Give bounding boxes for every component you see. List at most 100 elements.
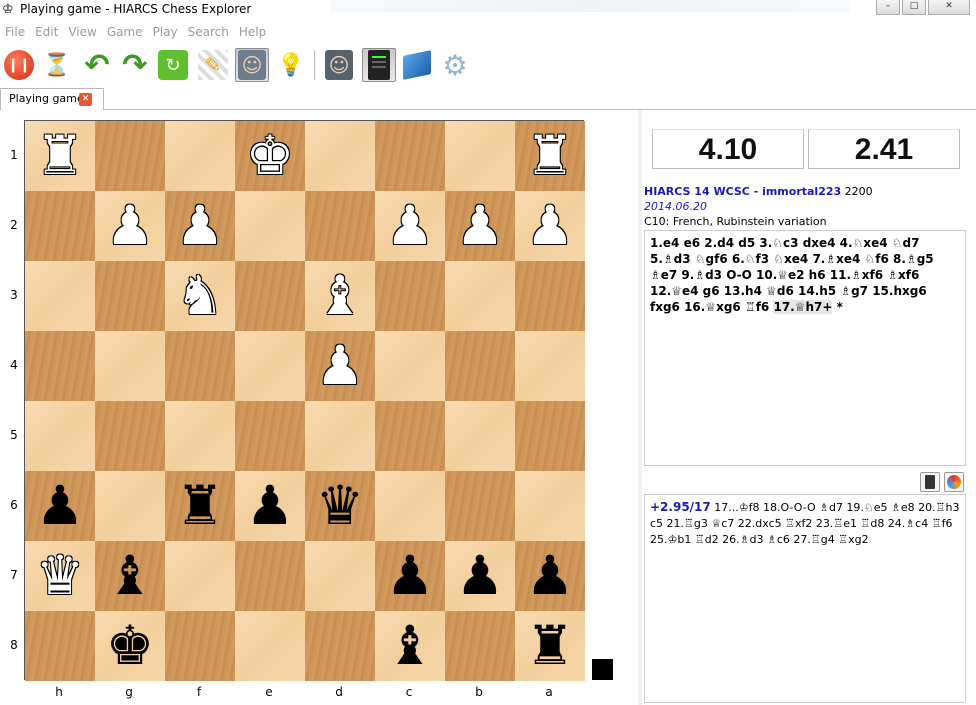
black-rook-icon[interactable]: ♜ xyxy=(176,479,224,533)
square-h1[interactable]: ♜ xyxy=(25,121,95,191)
square-d7[interactable] xyxy=(305,541,375,611)
black-pawn-icon[interactable]: ♟ xyxy=(246,479,294,533)
square-f3[interactable]: ♞ xyxy=(165,261,235,331)
square-e1[interactable]: ♚ xyxy=(235,121,305,191)
tab-playing-game[interactable]: Playing game ✕ xyxy=(0,88,104,110)
square-e3[interactable] xyxy=(235,261,305,331)
white-knight-icon[interactable]: ♞ xyxy=(176,269,224,323)
white-pawn-icon[interactable]: ♟ xyxy=(316,339,364,393)
square-c4[interactable] xyxy=(375,331,445,401)
black-rook-icon[interactable]: ♜ xyxy=(526,619,574,673)
white-pawn-icon[interactable]: ♟ xyxy=(386,199,434,253)
white-pawn-icon[interactable]: ♟ xyxy=(526,199,574,253)
square-e7[interactable] xyxy=(235,541,305,611)
engine-select-button[interactable] xyxy=(920,472,940,492)
square-c5[interactable] xyxy=(375,401,445,471)
engine-color-button[interactable] xyxy=(944,472,964,492)
black-pawn-icon[interactable]: ♟ xyxy=(526,549,574,603)
white-pawn-icon[interactable]: ♟ xyxy=(176,199,224,253)
square-g1[interactable] xyxy=(95,121,165,191)
square-b7[interactable]: ♟ xyxy=(445,541,515,611)
square-b5[interactable] xyxy=(445,401,515,471)
redo-button[interactable]: ↷ xyxy=(118,48,152,83)
square-e4[interactable] xyxy=(235,331,305,401)
new-game-button[interactable]: ↻ xyxy=(156,48,190,82)
white-pawn-icon[interactable]: ♟ xyxy=(456,199,504,253)
square-h4[interactable] xyxy=(25,331,95,401)
square-f2[interactable]: ♟ xyxy=(165,191,235,261)
square-a1[interactable]: ♜ xyxy=(515,121,585,191)
square-a4[interactable] xyxy=(515,331,585,401)
black-pawn-icon[interactable]: ♟ xyxy=(386,549,434,603)
square-f8[interactable] xyxy=(165,611,235,681)
opening-book-button[interactable] xyxy=(400,48,434,82)
black-bishop-icon[interactable]: ♝ xyxy=(386,619,434,673)
square-f4[interactable] xyxy=(165,331,235,401)
square-h7[interactable]: ♛ xyxy=(25,541,95,611)
engine-button[interactable] xyxy=(362,48,396,82)
chess-board[interactable]: ♜ ♚ ♜ ♟ ♟ ♟ ♟ ♟ ♞ ♝ ♟ ♟ ♜ ♟ ♛ ♛ ♝ ♟ ♟ ♟ ♚ ♝ ♜ xyxy=(24,120,585,681)
square-a3[interactable] xyxy=(515,261,585,331)
engine-analysis[interactable]: +2.95/17 17...♔f8 18.O-O-O ♗d7 19.♘e5 ♗e… xyxy=(644,494,966,703)
black-bishop-icon[interactable]: ♝ xyxy=(106,549,154,603)
square-g5[interactable] xyxy=(95,401,165,471)
white-bishop-icon[interactable]: ♝ xyxy=(316,269,364,323)
square-f1[interactable] xyxy=(165,121,235,191)
square-d3[interactable]: ♝ xyxy=(305,261,375,331)
maximize-button[interactable]: □ xyxy=(902,0,926,15)
current-move[interactable]: 17.♕h7+ xyxy=(773,300,833,314)
black-queen-icon[interactable]: ♛ xyxy=(316,479,364,533)
square-d4[interactable]: ♟ xyxy=(305,331,375,401)
edit-position-button[interactable]: ✎ xyxy=(196,48,230,82)
square-d2[interactable] xyxy=(305,191,375,261)
square-c3[interactable] xyxy=(375,261,445,331)
tab-close-icon[interactable]: ✕ xyxy=(79,93,92,106)
square-c8[interactable]: ♝ xyxy=(375,611,445,681)
black-pawn-icon[interactable]: ♟ xyxy=(456,549,504,603)
square-b3[interactable] xyxy=(445,261,515,331)
menu-help[interactable]: Help xyxy=(238,23,275,41)
square-h5[interactable] xyxy=(25,401,95,471)
hourglass-button[interactable]: ⏳ xyxy=(40,48,74,82)
square-d6[interactable]: ♛ xyxy=(305,471,375,541)
square-g6[interactable] xyxy=(95,471,165,541)
square-g3[interactable] xyxy=(95,261,165,331)
square-b6[interactable] xyxy=(445,471,515,541)
move-list[interactable]: 1.e4 e6 2.d4 d5 3.♘c3 dxe4 4.♘xe4 ♘d7 5.… xyxy=(644,230,966,466)
square-e5[interactable] xyxy=(235,401,305,471)
menu-search[interactable]: Search xyxy=(187,23,238,41)
square-f6[interactable]: ♜ xyxy=(165,471,235,541)
square-h2[interactable] xyxy=(25,191,95,261)
pause-button[interactable]: ❙❙ xyxy=(2,48,36,82)
engine-player-button[interactable]: ☺ xyxy=(322,48,356,82)
menu-file[interactable]: File xyxy=(4,23,34,41)
square-c2[interactable]: ♟ xyxy=(375,191,445,261)
square-d1[interactable] xyxy=(305,121,375,191)
square-g7[interactable]: ♝ xyxy=(95,541,165,611)
minimize-button[interactable]: – xyxy=(876,0,900,15)
black-king-icon[interactable]: ♚ xyxy=(106,619,154,673)
square-g4[interactable] xyxy=(95,331,165,401)
square-h6[interactable]: ♟ xyxy=(25,471,95,541)
square-d8[interactable] xyxy=(305,611,375,681)
square-b4[interactable] xyxy=(445,331,515,401)
square-c6[interactable] xyxy=(375,471,445,541)
square-f5[interactable] xyxy=(165,401,235,471)
square-a8[interactable]: ♜ xyxy=(515,611,585,681)
square-b1[interactable] xyxy=(445,121,515,191)
square-h3[interactable] xyxy=(25,261,95,331)
white-rook-icon[interactable]: ♜ xyxy=(526,129,574,183)
square-c7[interactable]: ♟ xyxy=(375,541,445,611)
menu-game[interactable]: Game xyxy=(106,23,152,41)
square-a5[interactable] xyxy=(515,401,585,471)
square-e6[interactable]: ♟ xyxy=(235,471,305,541)
square-f7[interactable] xyxy=(165,541,235,611)
square-c1[interactable] xyxy=(375,121,445,191)
square-b8[interactable] xyxy=(445,611,515,681)
square-g2[interactable]: ♟ xyxy=(95,191,165,261)
players-names[interactable]: HIARCS 14 WCSC - immortal223 xyxy=(644,185,841,198)
menu-edit[interactable]: Edit xyxy=(34,23,67,41)
square-e2[interactable] xyxy=(235,191,305,261)
square-d5[interactable] xyxy=(305,401,375,471)
human-player-button[interactable]: ☺ xyxy=(235,48,269,82)
